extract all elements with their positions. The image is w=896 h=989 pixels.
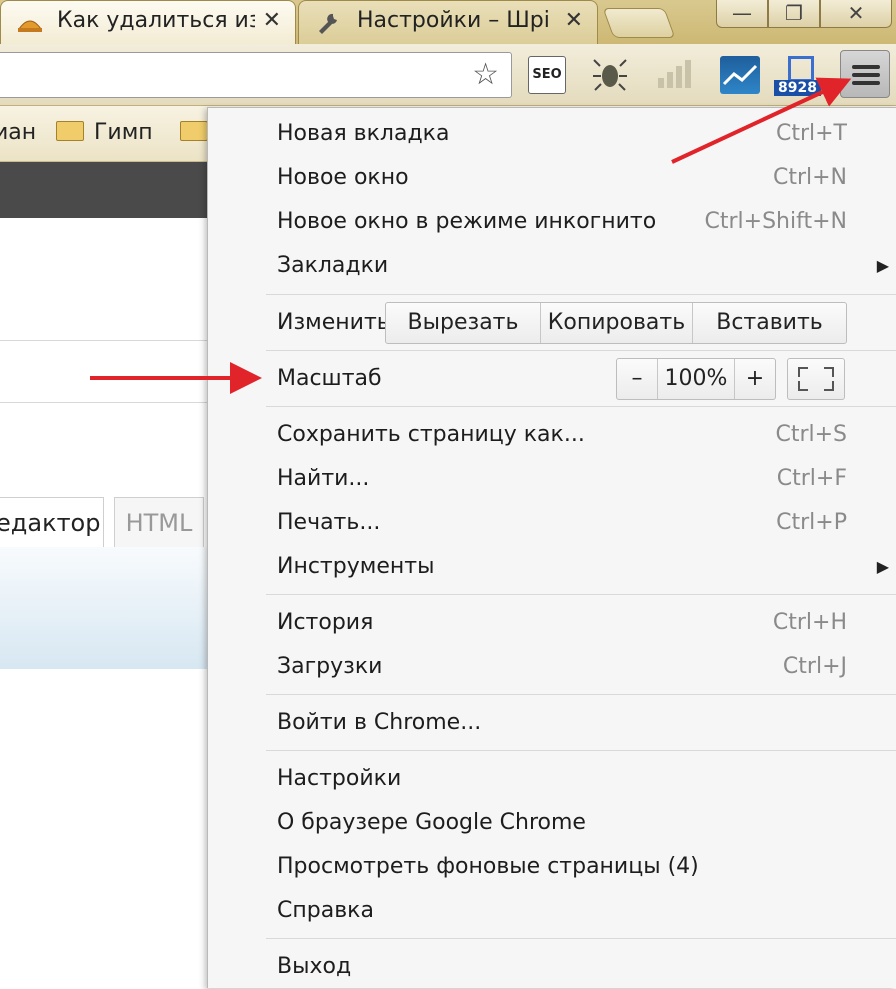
menu-label: История xyxy=(277,610,374,635)
close-window-button[interactable]: ✕ xyxy=(820,0,892,28)
menu-shortcut: Ctrl+F xyxy=(776,466,847,491)
menu-separator xyxy=(266,694,896,695)
chrome-menu: Новая вкладка Ctrl+T Новое окно Ctrl+N Н… xyxy=(207,107,896,988)
cut-button[interactable]: Вырезать xyxy=(386,303,541,343)
menu-label: Новое окно xyxy=(277,165,409,190)
tab-close-icon[interactable]: ✕ xyxy=(565,1,583,41)
minimize-button[interactable]: — xyxy=(716,0,768,28)
zoom-controls: – 100% + xyxy=(616,358,776,400)
menu-item-background-pages[interactable]: Просмотреть фоновые страницы (4) xyxy=(208,845,896,889)
menu-item-bookmarks[interactable]: Закладки ▶ xyxy=(208,244,896,288)
menu-label: Новое окно в режиме инкогнито xyxy=(277,209,657,234)
tab-html[interactable]: HTML xyxy=(114,497,204,547)
menu-separator xyxy=(266,406,896,407)
menu-label: Новая вкладка xyxy=(277,121,450,146)
menu-shortcut: Ctrl+J xyxy=(782,654,847,679)
menu-shortcut: Ctrl+N xyxy=(772,165,847,190)
zoom-out-button[interactable]: – xyxy=(617,359,657,399)
zoom-level: 100% xyxy=(657,359,735,399)
extension-badge: 8928 xyxy=(774,80,821,96)
page-header-bar xyxy=(0,162,210,218)
submenu-arrow-icon: ▶ xyxy=(876,557,889,576)
menu-label: Инструменты xyxy=(277,554,435,579)
browser-toolbar: ☆ SEO 8928 xyxy=(0,44,896,106)
bug-extension-icon[interactable] xyxy=(588,56,632,94)
menu-shortcut: Ctrl+S xyxy=(775,422,847,447)
html-tab-label: HTML xyxy=(125,509,193,537)
menu-item-tools[interactable]: Инструменты ▶ xyxy=(208,545,896,589)
divider xyxy=(0,340,210,341)
editor-tab-label: едактор xyxy=(0,509,101,537)
menu-label: Печать... xyxy=(277,510,381,535)
menu-item-help[interactable]: Справка xyxy=(208,889,896,933)
menu-shortcut: Ctrl+H xyxy=(772,610,847,635)
menu-item-exit[interactable]: Выход xyxy=(208,945,896,989)
menu-item-about[interactable]: О браузере Google Chrome xyxy=(208,801,896,845)
menu-label: Закладки xyxy=(277,253,389,278)
seo-extension-icon[interactable]: SEO xyxy=(528,56,566,94)
menu-separator xyxy=(266,350,896,351)
menu-label: Изменить xyxy=(277,310,390,335)
bookmark-label: Гимп xyxy=(94,120,153,145)
tab-title: Как удалиться из xyxy=(57,8,255,33)
tab-settings[interactable]: Настройки – Шрі ✕ xyxy=(298,0,598,44)
menu-item-signin[interactable]: Войти в Chrome... xyxy=(208,701,896,745)
wrench-icon xyxy=(319,13,337,34)
bookmark-folder-gimp[interactable]: Гимп xyxy=(56,118,153,148)
menu-item-find[interactable]: Найти... Ctrl+F xyxy=(208,457,896,501)
menu-label: Найти... xyxy=(277,466,370,491)
chart-extension-icon[interactable] xyxy=(720,56,760,94)
menu-item-save-page[interactable]: Сохранить страницу как... Ctrl+S xyxy=(208,413,896,457)
edit-buttons: Вырезать Копировать Вставить xyxy=(385,302,847,344)
menu-label: Масштаб xyxy=(277,366,382,391)
menu-separator xyxy=(266,750,896,751)
menu-separator xyxy=(266,594,896,595)
tab-title: Настройки – Шрі xyxy=(357,8,550,33)
menu-item-downloads[interactable]: Загрузки Ctrl+J xyxy=(208,645,896,689)
menu-shortcut: Ctrl+T xyxy=(775,121,847,146)
menu-label: Войти в Chrome... xyxy=(277,710,482,735)
bookmark-label: иан xyxy=(0,120,37,145)
zoom-in-button[interactable]: + xyxy=(735,359,775,399)
menu-label: Выход xyxy=(277,954,352,979)
restore-button[interactable]: ❐ xyxy=(768,0,820,28)
chrome-menu-button[interactable] xyxy=(840,50,890,98)
menu-label: Настройки xyxy=(277,766,402,791)
tab-active[interactable]: Как удалиться из ✕ xyxy=(0,0,296,44)
menu-item-incognito[interactable]: Новое окно в режиме инкогнито Ctrl+Shift… xyxy=(208,200,896,244)
menu-separator xyxy=(266,294,896,295)
menu-separator xyxy=(266,938,896,939)
paste-button[interactable]: Вставить xyxy=(693,303,846,343)
menu-label: Загрузки xyxy=(277,654,383,679)
tab-close-icon[interactable]: ✕ xyxy=(263,1,281,41)
menu-item-history[interactable]: История Ctrl+H xyxy=(208,601,896,645)
copy-button[interactable]: Копировать xyxy=(541,303,693,343)
menu-item-new-tab[interactable]: Новая вкладка Ctrl+T xyxy=(208,112,896,156)
menu-shortcut: Ctrl+Shift+N xyxy=(704,209,847,234)
menu-item-new-window[interactable]: Новое окно Ctrl+N xyxy=(208,156,896,200)
bookmark-item[interactable]: иан xyxy=(0,118,36,148)
divider xyxy=(0,402,210,403)
bookmark-star-icon[interactable]: ☆ xyxy=(472,57,499,92)
menu-shortcut: Ctrl+P xyxy=(776,510,847,535)
new-tab-button[interactable] xyxy=(602,8,676,38)
submenu-arrow-icon: ▶ xyxy=(876,256,889,275)
tab-editor[interactable]: едактор xyxy=(0,497,104,547)
omnibox[interactable]: ☆ xyxy=(0,52,512,98)
menu-label: О браузере Google Chrome xyxy=(277,810,586,835)
folder-icon xyxy=(180,121,208,141)
menu-item-print[interactable]: Печать... Ctrl+P xyxy=(208,501,896,545)
menu-label: Справка xyxy=(277,898,374,923)
signal-bars-extension-icon[interactable] xyxy=(656,56,692,94)
counter-extension-icon[interactable]: 8928 xyxy=(774,56,828,96)
folder-icon xyxy=(56,121,84,141)
window-controls: — ❐ ✕ xyxy=(716,0,892,30)
tab-strip: Как удалиться из ✕ Настройки – Шрі ✕ — ❐… xyxy=(0,0,896,44)
editor-toolbar-area xyxy=(0,547,210,669)
fullscreen-button[interactable] xyxy=(787,358,845,400)
menu-item-settings[interactable]: Настройки xyxy=(208,757,896,801)
menu-label: Сохранить страницу как... xyxy=(277,422,585,447)
hat-favicon-icon xyxy=(18,20,42,32)
menu-label: Просмотреть фоновые страницы (4) xyxy=(277,854,699,879)
